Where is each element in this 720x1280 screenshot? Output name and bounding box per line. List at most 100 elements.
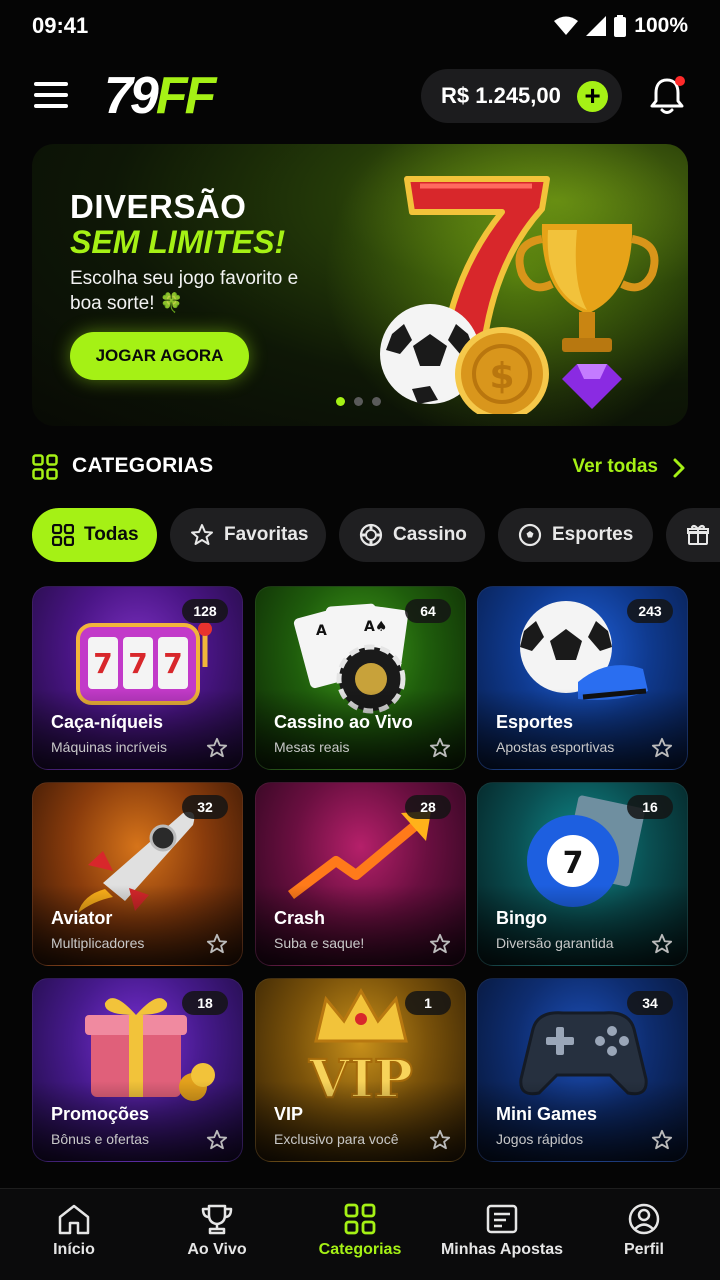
svg-text:7: 7 xyxy=(163,647,182,680)
balance-amount: R$ 1.245,00 xyxy=(441,83,561,108)
play-now-button[interactable]: JOGAR AGORA xyxy=(70,332,249,380)
category-card-vip[interactable]: VIP 1 VIP Exclusivo para você xyxy=(255,978,466,1162)
category-card-mini-games[interactable]: 34 Mini Games Jogos rápidos xyxy=(477,978,688,1162)
count-badge: 243 xyxy=(627,599,673,623)
category-card-bingo[interactable]: 7 16 Bingo Diversão garantida xyxy=(477,782,688,966)
app-header: 79FF R$ 1.245,00 + xyxy=(0,66,720,126)
chevron-right-icon[interactable] xyxy=(672,457,686,479)
favorite-star-icon[interactable] xyxy=(429,1129,451,1151)
hero-banner[interactable]: DIVERSÃO SEM LIMITES! Escolha seu jogo f… xyxy=(32,144,688,426)
see-all-link[interactable]: Ver todas xyxy=(572,456,658,478)
svg-text:A♠: A♠ xyxy=(364,619,387,635)
nav-item-inicio[interactable]: Início xyxy=(2,1203,146,1259)
add-funds-button[interactable]: + xyxy=(577,81,608,112)
section-title: CATEGORIAS xyxy=(72,454,214,477)
category-card-esportes[interactable]: 243 Esportes Apostas esportivas xyxy=(477,586,688,770)
count-badge: 32 xyxy=(182,795,228,819)
trophy-icon xyxy=(201,1204,233,1235)
chip-promocoes[interactable] xyxy=(666,508,720,562)
card-title: Mini Games xyxy=(496,1104,598,1124)
status-bar: 09:41 100% xyxy=(0,0,720,52)
svg-text:7: 7 xyxy=(128,647,147,680)
category-card-crash[interactable]: 28 Crash Suba e saque! xyxy=(255,782,466,966)
favorite-star-icon[interactable] xyxy=(206,737,228,759)
chip-cassino[interactable]: Cassino xyxy=(339,508,485,562)
battery-icon xyxy=(614,15,627,37)
favorite-star-icon[interactable] xyxy=(651,1129,673,1151)
favorite-star-icon[interactable] xyxy=(651,737,673,759)
favorite-star-icon[interactable] xyxy=(651,933,673,955)
hero-title: DIVERSÃO xyxy=(70,188,247,225)
count-badge: 28 xyxy=(405,795,451,819)
card-description: Bônus e ofertas xyxy=(51,1131,150,1147)
notification-dot xyxy=(675,76,685,86)
logo[interactable]: 79FF xyxy=(104,68,216,124)
svg-text:7: 7 xyxy=(563,846,584,881)
card-title: VIP xyxy=(274,1104,304,1124)
ticket-icon xyxy=(486,1204,518,1234)
category-filter-chips: Todas Favoritas Cassino Esportes xyxy=(32,508,720,562)
nav-item-categorias[interactable]: Categorias xyxy=(288,1203,432,1259)
card-title: Esportes xyxy=(496,712,574,732)
carousel-indicator[interactable] xyxy=(336,397,381,406)
count-badge: 1 xyxy=(405,991,451,1015)
category-card-aviator[interactable]: 32 Aviator Multiplicadores xyxy=(32,782,243,966)
category-card-promocoes[interactable]: 18 Promoções Bônus e ofertas xyxy=(32,978,243,1162)
balance-pill[interactable]: R$ 1.245,00 + xyxy=(421,69,622,123)
gift-icon xyxy=(687,524,709,545)
battery-level: 100% xyxy=(634,14,688,37)
chip-favoritas[interactable]: Favoritas xyxy=(170,508,326,562)
grid-icon xyxy=(344,1203,376,1235)
chip-todas[interactable]: Todas xyxy=(32,508,157,562)
category-card-cassino-ao-vivo[interactable]: A A♠ 64 Cassino ao Vivo Mesas reais xyxy=(255,586,466,770)
card-title: Promoções xyxy=(51,1104,150,1124)
count-badge: 16 xyxy=(627,795,673,819)
home-icon xyxy=(58,1204,90,1235)
card-title: Crash xyxy=(274,908,326,928)
coin-icon: $ xyxy=(455,327,549,414)
count-badge: 64 xyxy=(405,599,451,623)
card-description: Diversão garantida xyxy=(496,935,614,951)
chip-esportes[interactable]: Esportes xyxy=(498,508,653,562)
trophy-icon xyxy=(515,224,659,352)
card-description: Multiplicadores xyxy=(51,935,145,951)
card-title: Bingo xyxy=(496,908,547,928)
user-icon xyxy=(628,1203,660,1235)
chip-icon xyxy=(359,523,383,547)
card-description: Suba e saque! xyxy=(274,935,365,951)
favorite-star-icon[interactable] xyxy=(206,933,228,955)
nav-item-ao-vivo[interactable]: Ao Vivo xyxy=(145,1203,289,1259)
status-time: 09:41 xyxy=(32,13,89,38)
notifications-button[interactable] xyxy=(648,76,686,116)
category-card-caca-niqueis[interactable]: 7 7 7 128 Caça-níqueis Máquinas incrívei… xyxy=(32,586,243,770)
count-badge: 18 xyxy=(182,991,228,1015)
count-badge: 34 xyxy=(627,991,673,1015)
svg-text:$: $ xyxy=(489,356,514,397)
hamburger-icon xyxy=(34,82,68,86)
gem-icon xyxy=(562,364,622,409)
grid-icon xyxy=(52,524,74,546)
nav-item-minhas-apostas[interactable]: Minhas Apostas xyxy=(430,1203,574,1259)
card-description: Exclusivo para você xyxy=(274,1131,399,1147)
hero-subtitle: Escolha seu jogo favorito e boa sorte! 🍀 xyxy=(70,268,299,314)
hero-illustration: $ xyxy=(380,176,659,414)
count-badge: 128 xyxy=(182,599,228,623)
favorite-star-icon[interactable] xyxy=(429,737,451,759)
card-title: Cassino ao Vivo xyxy=(274,712,413,732)
menu-button[interactable] xyxy=(34,82,68,110)
card-description: Apostas esportivas xyxy=(496,739,615,755)
hero-title-accent: SEM LIMITES! xyxy=(70,224,286,260)
card-title: Caça-níqueis xyxy=(51,712,164,732)
grid-icon xyxy=(32,454,58,480)
favorite-star-icon[interactable] xyxy=(429,933,451,955)
favorite-star-icon[interactable] xyxy=(206,1129,228,1151)
card-title: Aviator xyxy=(51,908,113,928)
svg-text:7: 7 xyxy=(93,647,112,680)
nav-item-perfil[interactable]: Perfil xyxy=(572,1203,716,1259)
categories-header: CATEGORIAS Ver todas xyxy=(32,448,688,488)
card-description: Mesas reais xyxy=(274,739,350,755)
star-icon xyxy=(191,524,213,545)
bottom-navigation: Início Ao Vivo Categorias Minhas Apostas… xyxy=(0,1188,720,1280)
soccer-ball-icon xyxy=(518,523,542,547)
card-description: Jogos rápidos xyxy=(496,1131,584,1147)
